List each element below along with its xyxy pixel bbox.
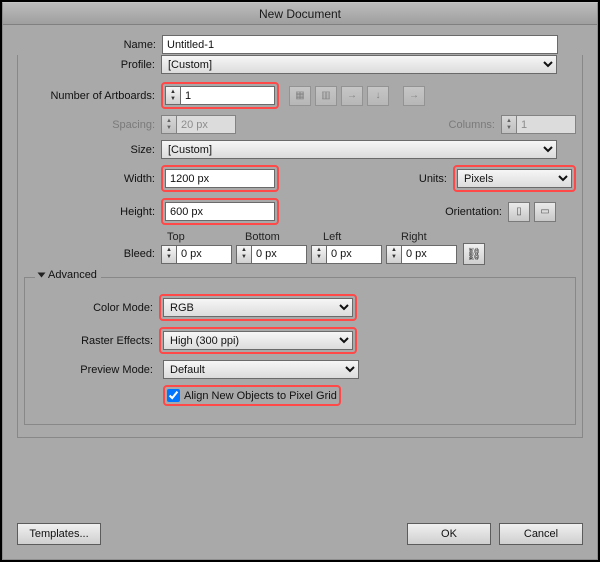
- highlight-artboards: ▲▼: [161, 82, 279, 109]
- columns-label: Columns:: [431, 119, 501, 131]
- bleed-head-top: Top: [167, 231, 245, 243]
- cancel-button[interactable]: Cancel: [499, 523, 583, 545]
- align-pixel-grid-checkbox[interactable]: [167, 389, 180, 402]
- highlight-width: [161, 165, 279, 192]
- highlight-height: [161, 198, 279, 225]
- name-input[interactable]: [162, 35, 558, 54]
- bleed-right-spinner[interactable]: ▲▼: [386, 245, 457, 264]
- bleed-top-spinner[interactable]: ▲▼: [161, 245, 232, 264]
- profile-select[interactable]: [Custom]: [161, 55, 557, 74]
- link-icon[interactable]: ⛓: [463, 243, 485, 265]
- highlight-raster-effects: High (300 ppi): [159, 327, 357, 354]
- highlight-align-pixel-grid: Align New Objects to Pixel Grid: [163, 385, 341, 406]
- spinner-arrows-icon[interactable]: ▲▼: [165, 86, 180, 105]
- spacing-input: [176, 115, 236, 134]
- height-input[interactable]: [165, 202, 275, 221]
- bleed-left-input[interactable]: [326, 245, 382, 264]
- units-label: Units:: [403, 173, 453, 185]
- templates-button[interactable]: Templates...: [17, 523, 101, 545]
- color-mode-select[interactable]: RGB: [163, 298, 353, 317]
- raster-effects-label: Raster Effects:: [31, 335, 159, 347]
- bleed-bottom-spinner[interactable]: ▲▼: [236, 245, 307, 264]
- bleed-head-left: Left: [323, 231, 401, 243]
- spinner-arrows-icon: ▲▼: [161, 115, 176, 134]
- preview-mode-select[interactable]: Default: [163, 360, 359, 379]
- align-pixel-grid-label: Align New Objects to Pixel Grid: [184, 390, 337, 402]
- bleed-label: Bleed:: [24, 248, 161, 260]
- raster-effects-select[interactable]: High (300 ppi): [163, 331, 353, 350]
- arrange-horizontal-icon[interactable]: →: [341, 86, 363, 106]
- grid-by-col-icon[interactable]: ▥: [315, 86, 337, 106]
- height-label: Height:: [24, 206, 161, 218]
- ok-button[interactable]: OK: [407, 523, 491, 545]
- orientation-label: Orientation:: [418, 206, 508, 218]
- size-label: Size:: [24, 144, 161, 156]
- grid-by-row-icon[interactable]: ▦: [289, 86, 311, 106]
- spinner-arrows-icon[interactable]: ▲▼: [311, 245, 326, 264]
- bleed-left-spinner[interactable]: ▲▼: [311, 245, 382, 264]
- highlight-units: Pixels: [453, 165, 576, 192]
- bleed-right-input[interactable]: [401, 245, 457, 264]
- highlight-color-mode: RGB: [159, 294, 357, 321]
- bleed-bottom-input[interactable]: [251, 245, 307, 264]
- artboards-spinner[interactable]: ▲▼: [165, 86, 275, 105]
- new-document-dialog: New Document Name: Profile: [Custom] Num…: [2, 2, 598, 560]
- artboards-input[interactable]: [180, 86, 275, 105]
- artboards-label: Number of Artboards:: [24, 90, 161, 102]
- bleed-head-bottom: Bottom: [245, 231, 323, 243]
- spinner-arrows-icon: ▲▼: [501, 115, 516, 134]
- spinner-arrows-icon[interactable]: ▲▼: [161, 245, 176, 264]
- spinner-arrows-icon[interactable]: ▲▼: [236, 245, 251, 264]
- width-label: Width:: [24, 173, 161, 185]
- landscape-icon[interactable]: ▭: [534, 202, 556, 222]
- preview-mode-label: Preview Mode:: [31, 364, 159, 376]
- columns-input: [516, 115, 576, 134]
- dialog-footer: Templates... OK Cancel: [3, 513, 597, 559]
- profile-label: Profile:: [24, 59, 161, 71]
- color-mode-label: Color Mode:: [31, 302, 159, 314]
- bleed-top-input[interactable]: [176, 245, 232, 264]
- advanced-legend[interactable]: Advanced: [35, 269, 101, 281]
- bleed-head-right: Right: [401, 231, 479, 243]
- width-input[interactable]: [165, 169, 275, 188]
- name-label: Name:: [17, 39, 162, 51]
- portrait-icon[interactable]: ▯: [508, 202, 530, 222]
- units-select[interactable]: Pixels: [457, 169, 572, 188]
- dialog-body: Name: Profile: [Custom] Number of Artboa…: [3, 25, 597, 559]
- arrange-right-icon[interactable]: →: [403, 86, 425, 106]
- spinner-arrows-icon[interactable]: ▲▼: [386, 245, 401, 264]
- size-select[interactable]: [Custom]: [161, 140, 557, 159]
- disclosure-triangle-icon[interactable]: [38, 273, 46, 278]
- spacing-label: Spacing:: [24, 119, 161, 131]
- arrange-vertical-icon[interactable]: ↓: [367, 86, 389, 106]
- dialog-title: New Document: [3, 3, 597, 25]
